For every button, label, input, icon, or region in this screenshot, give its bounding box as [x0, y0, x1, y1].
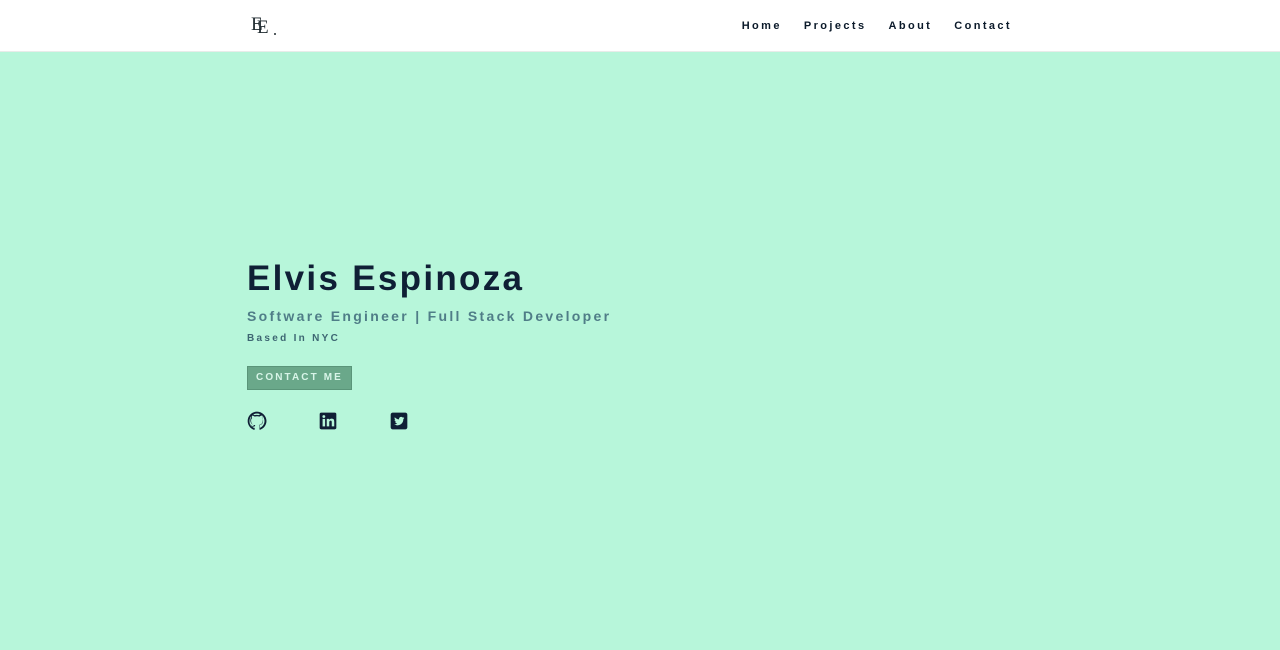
main-nav: Home Projects About Contact — [742, 0, 1012, 52]
linkedin-icon[interactable] — [318, 411, 338, 431]
twitter-icon[interactable] — [389, 411, 409, 431]
contact-me-button[interactable]: CONTACT ME — [247, 366, 352, 390]
logo-dot — [274, 33, 276, 35]
hero-subtitle: Software Engineer | Full Stack Developer — [247, 308, 612, 324]
logo-letter-2: E — [257, 17, 269, 38]
hero-name: Elvis Espinoza — [247, 259, 525, 298]
nav-about-link[interactable]: About — [888, 20, 932, 32]
logo[interactable]: E E — [251, 14, 279, 38]
nav-contact-link[interactable]: Contact — [954, 20, 1012, 32]
social-links — [247, 411, 947, 433]
nav-projects-link[interactable]: Projects — [804, 20, 867, 32]
hero-section: Elvis Espinoza Software Engineer | Full … — [247, 258, 947, 433]
hero-location: Based In NYC — [247, 333, 341, 344]
site-header: E E Home Projects About Contact — [0, 0, 1280, 52]
github-icon[interactable] — [247, 411, 267, 431]
nav-home-link[interactable]: Home — [742, 20, 782, 32]
